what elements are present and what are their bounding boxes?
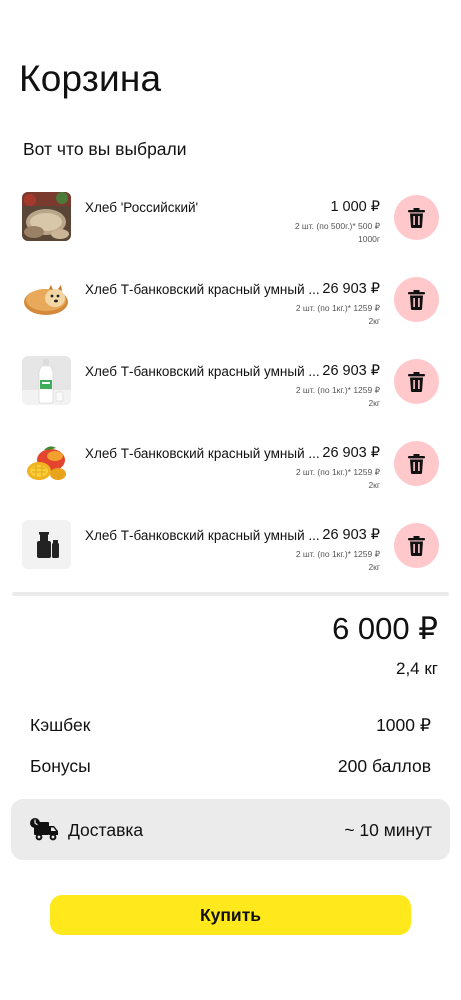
product-name[interactable]: Хлеб 'Российский' <box>85 200 321 215</box>
delivery-label: Доставка <box>68 820 144 840</box>
trash-icon <box>408 535 425 556</box>
page-subtitle: Вот что вы выбрали <box>23 139 187 159</box>
product-price: 26 903 ₽ <box>322 527 380 543</box>
cashback-label: Кэшбек <box>30 715 91 735</box>
cart-item: Хлеб 'Российский' 1 000 ₽ 2 шт. (по 500г… <box>0 192 461 262</box>
delivery-panel: Доставка ~ 10 минут <box>11 799 450 860</box>
buy-button[interactable]: Купить <box>50 895 411 935</box>
product-quantity-detail: 2 шт. (по 500г.)* 500 ₽ <box>294 221 380 231</box>
trash-icon <box>408 289 425 310</box>
total-price: 6 000 ₽ <box>332 611 438 646</box>
product-quantity-detail: 2 шт. (по 1кг.)* 1259 ₽ <box>295 303 380 313</box>
section-divider <box>12 592 449 596</box>
trash-icon <box>408 207 425 228</box>
bonus-value: 200 баллов <box>337 756 431 776</box>
delivery-time: ~ 10 минут <box>344 820 432 840</box>
product-price: 26 903 ₽ <box>322 445 380 461</box>
cart-item: Хлеб Т-банковский красный умный ... 26 9… <box>0 356 461 426</box>
product-name[interactable]: Хлеб Т-банковский красный умный ... <box>85 446 321 461</box>
trash-icon <box>408 371 425 392</box>
product-price: 1 000 ₽ <box>330 199 380 215</box>
total-weight: 2,4 кг <box>396 659 438 678</box>
product-image-placeholder <box>22 520 71 569</box>
delete-item-button[interactable] <box>394 277 439 322</box>
product-quantity-detail: 2 шт. (по 1кг.)* 1259 ₽ <box>295 549 380 559</box>
product-weight: 1000г <box>357 234 380 244</box>
product-name[interactable]: Хлеб Т-банковский красный умный ... <box>85 282 321 297</box>
page-title: Корзина <box>19 58 162 99</box>
delete-item-button[interactable] <box>394 359 439 404</box>
product-image-bread-slices <box>22 192 71 241</box>
product-weight: 2кг <box>368 398 380 408</box>
cart-item: Хлеб Т-банковский красный умный ... 26 9… <box>0 438 461 508</box>
product-name[interactable]: Хлеб Т-банковский красный умный ... <box>85 364 321 379</box>
product-price: 26 903 ₽ <box>322 281 380 297</box>
delete-item-button[interactable] <box>394 441 439 486</box>
delete-item-button[interactable] <box>394 195 439 240</box>
delivery-truck-icon <box>30 818 58 841</box>
product-image-doge-bread <box>22 274 71 323</box>
product-quantity-detail: 2 шт. (по 1кг.)* 1259 ₽ <box>295 385 380 395</box>
product-weight: 2кг <box>368 562 380 572</box>
product-name[interactable]: Хлеб Т-банковский красный умный ... <box>85 528 321 543</box>
cart-item: Хлеб Т-банковский красный умный ... 26 9… <box>0 274 461 344</box>
cashback-value: 1000 ₽ <box>376 715 431 735</box>
trash-icon <box>408 453 425 474</box>
delete-item-button[interactable] <box>394 523 439 568</box>
cart-item: Хлеб Т-банковский красный умный ... 26 9… <box>0 520 461 590</box>
bonus-label: Бонусы <box>30 756 91 776</box>
product-image-mango <box>22 438 71 487</box>
product-weight: 2кг <box>368 316 380 326</box>
product-weight: 2кг <box>368 480 380 490</box>
product-price: 26 903 ₽ <box>322 363 380 379</box>
product-quantity-detail: 2 шт. (по 1кг.)* 1259 ₽ <box>295 467 380 477</box>
product-image-milk-bottle <box>22 356 71 405</box>
